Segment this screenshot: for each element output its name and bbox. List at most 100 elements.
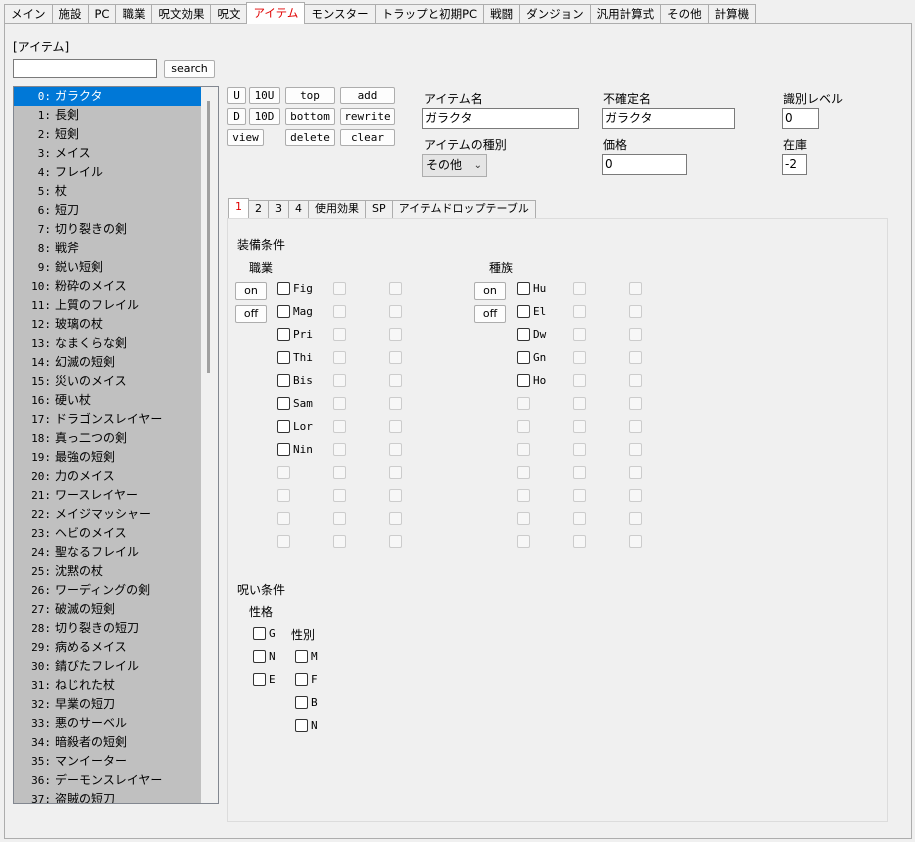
subtab-2[interactable]: 3 — [268, 200, 289, 218]
price-input[interactable]: 0 — [602, 154, 687, 175]
race-checkbox[interactable] — [517, 374, 530, 387]
scrollbar-thumb[interactable] — [207, 101, 210, 373]
list-item[interactable]: 31: ねじれた杖 — [14, 676, 218, 695]
list-item[interactable]: 11: 上質のフレイル — [14, 296, 218, 315]
list-item[interactable]: 25: 沈黙の杖 — [14, 562, 218, 581]
tab-1[interactable]: 施設 — [51, 4, 89, 24]
subtab-6[interactable]: アイテムドロップテーブル — [391, 200, 536, 218]
tab-13[interactable]: 計算機 — [707, 4, 757, 24]
list-item[interactable]: 2: 短剣 — [14, 125, 218, 144]
tab-5[interactable]: 呪文 — [210, 4, 248, 24]
delete-button[interactable]: delete — [285, 129, 335, 146]
class-checkbox[interactable] — [277, 374, 290, 387]
race-checkbox[interactable] — [517, 282, 530, 295]
list-item[interactable]: 33: 悪のサーベル — [14, 714, 218, 733]
list-item[interactable]: 27: 破滅の短剣 — [14, 600, 218, 619]
top-button[interactable]: top — [285, 87, 335, 104]
bottom-button[interactable]: bottom — [285, 108, 335, 125]
subtab-0[interactable]: 1 — [228, 198, 249, 218]
race-checkbox[interactable] — [517, 351, 530, 364]
alignment-checkbox[interactable] — [253, 673, 266, 686]
class-checkbox[interactable] — [277, 397, 290, 410]
list-item[interactable]: 0: ガラクタ — [14, 87, 218, 106]
list-item[interactable]: 15: 災いのメイス — [14, 372, 218, 391]
subtab-5[interactable]: SP — [365, 200, 393, 218]
item-name-input[interactable]: ガラクタ — [422, 108, 579, 129]
list-item[interactable]: 8: 戦斧 — [14, 239, 218, 258]
list-item[interactable]: 19: 最強の短剣 — [14, 448, 218, 467]
alignment-checkbox[interactable] — [253, 627, 266, 640]
list-item[interactable]: 35: マンイーター — [14, 752, 218, 771]
list-item[interactable]: 28: 切り裂きの短刀 — [14, 619, 218, 638]
race-checkbox[interactable] — [517, 305, 530, 318]
list-item[interactable]: 10: 粉砕のメイス — [14, 277, 218, 296]
tab-7[interactable]: モンスター — [304, 4, 376, 24]
tab-9[interactable]: 戦闘 — [483, 4, 521, 24]
class-checkbox[interactable] — [277, 443, 290, 456]
list-item[interactable]: 23: ヘビのメイス — [14, 524, 218, 543]
item-list[interactable]: 0: ガラクタ 1: 長剣 2: 短剣 3: メイス 4: フレイル 5: 杖 6: 短刀 7: 切り裂きの剣… — [13, 86, 219, 804]
class-checkbox[interactable] — [277, 305, 290, 318]
class-checkbox[interactable] — [277, 420, 290, 433]
down-10-button[interactable]: 10D — [249, 108, 280, 125]
rewrite-button[interactable]: rewrite — [340, 108, 395, 125]
subtab-1[interactable]: 2 — [248, 200, 269, 218]
list-item[interactable]: 18: 真っ二つの剣 — [14, 429, 218, 448]
down-button[interactable]: D — [227, 108, 246, 125]
class-checkbox[interactable] — [277, 328, 290, 341]
view-button[interactable]: view — [227, 129, 264, 146]
list-item[interactable]: 22: メイジマッシャー — [14, 505, 218, 524]
list-item[interactable]: 30: 錆びたフレイル — [14, 657, 218, 676]
list-item[interactable]: 26: ワーディングの剣 — [14, 581, 218, 600]
search-button[interactable]: search — [164, 60, 215, 78]
list-item[interactable]: 29: 病めるメイス — [14, 638, 218, 657]
stock-input[interactable]: -2 — [782, 154, 807, 175]
list-item[interactable]: 17: ドラゴンスレイヤー — [14, 410, 218, 429]
class-off-button[interactable]: off — [235, 305, 267, 323]
tab-0[interactable]: メイン — [4, 4, 53, 24]
list-item[interactable]: 34: 暗殺者の短剣 — [14, 733, 218, 752]
tab-8[interactable]: トラップと初期PC — [374, 4, 485, 24]
sex-checkbox[interactable] — [295, 673, 308, 686]
tab-2[interactable]: PC — [87, 4, 117, 24]
list-item[interactable]: 16: 硬い杖 — [14, 391, 218, 410]
list-item[interactable]: 1: 長剣 — [14, 106, 218, 125]
search-input[interactable] — [13, 59, 157, 78]
tab-12[interactable]: その他 — [660, 4, 709, 24]
list-item[interactable]: 21: ワースレイヤー — [14, 486, 218, 505]
list-item[interactable]: 6: 短刀 — [14, 201, 218, 220]
race-checkbox[interactable] — [517, 328, 530, 341]
subtab-4[interactable]: 使用効果 — [308, 200, 366, 218]
add-button[interactable]: add — [340, 87, 395, 104]
subtab-3[interactable]: 4 — [288, 200, 309, 218]
tab-3[interactable]: 職業 — [115, 4, 153, 24]
list-item[interactable]: 12: 玻璃の杖 — [14, 315, 218, 334]
item-type-select[interactable]: その他 ⌄ — [422, 154, 487, 177]
up-button[interactable]: U — [227, 87, 246, 104]
tab-10[interactable]: ダンジョン — [519, 4, 591, 24]
sex-checkbox[interactable] — [295, 719, 308, 732]
list-item[interactable]: 7: 切り裂きの剣 — [14, 220, 218, 239]
sex-checkbox[interactable] — [295, 650, 308, 663]
list-item[interactable]: 37: 盗賊の短刀 — [14, 790, 218, 803]
list-item[interactable]: 9: 鋭い短剣 — [14, 258, 218, 277]
list-item[interactable]: 20: 力のメイス — [14, 467, 218, 486]
race-on-button[interactable]: on — [474, 282, 506, 300]
uncertain-name-input[interactable]: ガラクタ — [602, 108, 735, 129]
list-item[interactable]: 24: 聖なるフレイル — [14, 543, 218, 562]
list-item[interactable]: 32: 早業の短刀 — [14, 695, 218, 714]
up-10-button[interactable]: 10U — [249, 87, 280, 104]
list-item[interactable]: 36: デーモンスレイヤー — [14, 771, 218, 790]
tab-11[interactable]: 汎用計算式 — [589, 4, 662, 24]
class-checkbox[interactable] — [277, 282, 290, 295]
list-item[interactable]: 13: なまくらな剣 — [14, 334, 218, 353]
race-off-button[interactable]: off — [474, 305, 506, 323]
tab-4[interactable]: 呪文効果 — [151, 4, 212, 24]
tab-6[interactable]: アイテム — [246, 2, 306, 24]
ident-level-input[interactable]: 0 — [782, 108, 819, 129]
list-item[interactable]: 5: 杖 — [14, 182, 218, 201]
clear-button[interactable]: clear — [340, 129, 395, 146]
list-scrollbar[interactable] — [201, 87, 218, 803]
class-on-button[interactable]: on — [235, 282, 267, 300]
class-checkbox[interactable] — [277, 351, 290, 364]
